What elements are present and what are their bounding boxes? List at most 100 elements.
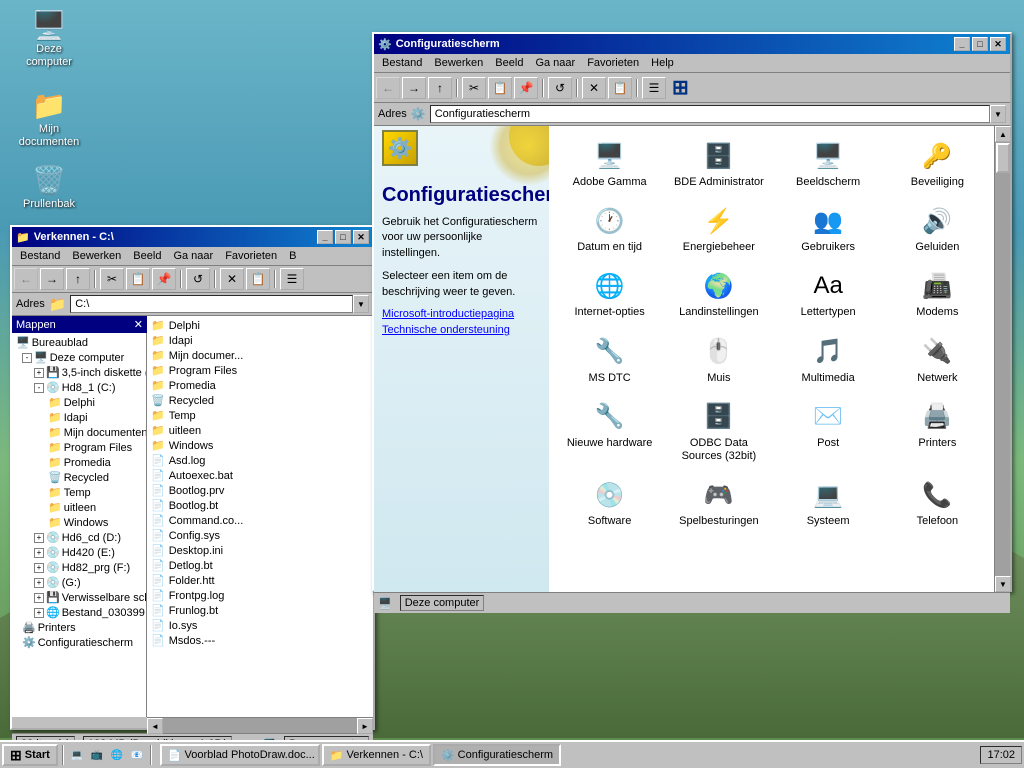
- file-command[interactable]: 📄 Command.co...: [149, 513, 371, 528]
- file-promedia[interactable]: 📁 Promedia: [149, 378, 371, 393]
- properties-btn[interactable]: 📋: [246, 268, 270, 290]
- menu-ga-naar[interactable]: Ga naar: [167, 248, 219, 264]
- tree-g[interactable]: + 💿 (G:): [14, 575, 144, 590]
- verwisselbaar-expand[interactable]: +: [34, 593, 44, 603]
- cpanel-menu-help[interactable]: Help: [645, 55, 680, 71]
- cpanel-icon-spelbesturingen[interactable]: 🎮Spelbesturingen: [666, 473, 771, 534]
- cpanel-icon-bde-admin[interactable]: 🗄️BDE Administrator: [666, 134, 771, 195]
- cpanel-delete-btn[interactable]: ✕: [582, 77, 606, 99]
- taskbar-btn-configuratie[interactable]: ⚙️ Configuratiescherm: [433, 744, 561, 766]
- back-btn[interactable]: ←: [14, 268, 38, 290]
- cpanel-icon-nieuwe-hardware[interactable]: 🔧Nieuwe hardware: [557, 395, 662, 469]
- taskbar-btn-verkennen[interactable]: 📁 Verkennen - C:\: [322, 744, 431, 766]
- cpanel-undo-btn[interactable]: ↺: [548, 77, 572, 99]
- tree-mijn-doc[interactable]: 📁 Mijn documenten: [14, 425, 144, 440]
- cpanel-scroll-up[interactable]: ▲: [995, 126, 1011, 142]
- ql-icon-1[interactable]: 💻: [68, 746, 86, 764]
- file-frontpg[interactable]: 📄 Frontpg.log: [149, 588, 371, 603]
- tree-printers[interactable]: 🖨️ Printers: [14, 620, 144, 635]
- file-temp[interactable]: 📁 Temp: [149, 408, 371, 423]
- hd82-expand[interactable]: +: [34, 563, 44, 573]
- cpanel-icon-odbc[interactable]: 🗄️ODBC Data Sources (32bit): [666, 395, 771, 469]
- tree-idapi[interactable]: 📁 Idapi: [14, 410, 144, 425]
- cpanel-icon-beeldscherm[interactable]: 🖥️Beeldscherm: [776, 134, 881, 195]
- delete-btn[interactable]: ✕: [220, 268, 244, 290]
- undo-btn[interactable]: ↺: [186, 268, 210, 290]
- cpanel-icon-datum-tijd[interactable]: 🕐Datum en tijd: [557, 199, 662, 260]
- cpanel-icon-landinstellingen[interactable]: 🌍Landinstellingen: [666, 264, 771, 325]
- cpanel-scroll-down[interactable]: ▼: [995, 576, 1011, 592]
- taskbar-btn-voorblad[interactable]: 📄 Voorblad PhotoDraw.doc...: [160, 744, 320, 766]
- menu-favorieten[interactable]: Favorieten: [219, 248, 283, 264]
- scroll-track[interactable]: [163, 718, 357, 733]
- explorer-maximize-btn[interactable]: □: [335, 230, 351, 244]
- desktop-icon-prullenbak[interactable]: 🗑️ Prullenbak: [14, 160, 84, 215]
- ql-icon-2[interactable]: 📺: [88, 746, 106, 764]
- tree-bureaublad[interactable]: 🖥️ Bureaublad: [14, 335, 144, 350]
- desktop-icon-mijn-documenten[interactable]: 📁 Mijn documenten: [14, 85, 84, 153]
- cpanel-icon-telefoon[interactable]: 📞Telefoon: [885, 473, 990, 534]
- tree-diskette[interactable]: + 💾 3,5-inch diskette (A:): [14, 365, 144, 380]
- tree-deze-computer[interactable]: - 🖥️ Deze computer: [14, 350, 144, 365]
- explorer-address-input[interactable]: [70, 295, 353, 313]
- cpanel-address-dropdown[interactable]: ▼: [990, 105, 1006, 123]
- file-uitleen[interactable]: 📁 uitleen: [149, 423, 371, 438]
- explorer-close-btn[interactable]: ✕: [353, 230, 369, 244]
- file-autoexec[interactable]: 📄 Autoexec.bat: [149, 468, 371, 483]
- cpanel-close-btn[interactable]: ✕: [990, 37, 1006, 51]
- cpanel-back-btn[interactable]: ←: [376, 77, 400, 99]
- menu-extra[interactable]: B: [283, 248, 302, 264]
- cpanel-icon-beveiliging[interactable]: 🔑Beveiliging: [885, 134, 990, 195]
- g-expand[interactable]: +: [34, 578, 44, 588]
- cpanel-menu-bewerken[interactable]: Bewerken: [428, 55, 489, 71]
- menu-bestand[interactable]: Bestand: [14, 248, 66, 264]
- hd6-expand[interactable]: +: [34, 533, 44, 543]
- file-frunlog[interactable]: 📄 Frunlog.bt: [149, 603, 371, 618]
- tree-delphi[interactable]: 📁 Delphi: [14, 395, 144, 410]
- desktop-icon-deze-computer[interactable]: 🖥️ Deze computer: [14, 5, 84, 73]
- file-io[interactable]: 📄 Io.sys: [149, 618, 371, 633]
- copy-btn[interactable]: 📋: [126, 268, 150, 290]
- cpanel-prop-btn[interactable]: 📋: [608, 77, 632, 99]
- ql-icon-3[interactable]: 🌐: [108, 746, 126, 764]
- technische-link[interactable]: Technische ondersteuning: [382, 324, 541, 336]
- file-msdos[interactable]: 📄 Msdos.---: [149, 633, 371, 648]
- microsoft-link[interactable]: Microsoft-introductiepagina: [382, 308, 541, 320]
- file-recycled[interactable]: 🗑️ Recycled: [149, 393, 371, 408]
- cpanel-icon-internet-opties[interactable]: 🌐Internet-opties: [557, 264, 662, 325]
- cpanel-icon-lettertypen[interactable]: AaLettertypen: [776, 264, 881, 325]
- tree-verwisselbaar[interactable]: + 💾 Verwisselbare schijf (H:): [14, 590, 144, 605]
- scroll-right-btn[interactable]: ►: [357, 718, 373, 734]
- tree-bestand[interactable]: + 🌐 Bestand_030399 (I:): [14, 605, 144, 620]
- cpanel-icon-post[interactable]: ✉️Post: [776, 395, 881, 469]
- scroll-left-btn[interactable]: ◄: [147, 718, 163, 734]
- cpanel-views-btn[interactable]: ☰: [642, 77, 666, 99]
- views-btn[interactable]: ☰: [280, 268, 304, 290]
- cpanel-icon-geluiden[interactable]: 🔊Geluiden: [885, 199, 990, 260]
- cpanel-copy-btn[interactable]: 📋: [488, 77, 512, 99]
- hd420-expand[interactable]: +: [34, 548, 44, 558]
- ql-icon-4[interactable]: 📧: [128, 746, 146, 764]
- forward-btn[interactable]: →: [40, 268, 64, 290]
- bestand-expand[interactable]: +: [34, 608, 44, 618]
- cpanel-forward-btn[interactable]: →: [402, 77, 426, 99]
- file-bootlog-bt[interactable]: 📄 Bootlog.bt: [149, 498, 371, 513]
- cpanel-menu-bestand[interactable]: Bestand: [376, 55, 428, 71]
- file-delphi[interactable]: 📁 Delphi: [149, 318, 371, 333]
- cpanel-icon-ms-dtc[interactable]: 🔧MS DTC: [557, 330, 662, 391]
- cpanel-icon-adobe-gamma[interactable]: 🖥️Adobe Gamma: [557, 134, 662, 195]
- tree-uitleen[interactable]: 📁 uitleen: [14, 500, 144, 515]
- tree-promedia[interactable]: 📁 Promedia: [14, 455, 144, 470]
- cpanel-scroll-thumb[interactable]: [996, 143, 1010, 173]
- cpanel-icon-gebruikers[interactable]: 👥Gebruikers: [776, 199, 881, 260]
- cpanel-paste-btn[interactable]: 📌: [514, 77, 538, 99]
- tree-panel[interactable]: 🖥️ Bureaublad - 🖥️ Deze computer + 💾 3,5…: [12, 333, 147, 717]
- file-mijn-doc[interactable]: 📁 Mijn documer...: [149, 348, 371, 363]
- cpanel-icon-muis[interactable]: 🖱️Muis: [666, 330, 771, 391]
- cpanel-cut-btn[interactable]: ✂: [462, 77, 486, 99]
- cut-btn[interactable]: ✂: [100, 268, 124, 290]
- explorer-minimize-btn[interactable]: _: [317, 230, 333, 244]
- cpanel-menu-ga-naar[interactable]: Ga naar: [529, 55, 581, 71]
- tree-program-files[interactable]: 📁 Program Files: [14, 440, 144, 455]
- diskette-expand[interactable]: +: [34, 368, 44, 378]
